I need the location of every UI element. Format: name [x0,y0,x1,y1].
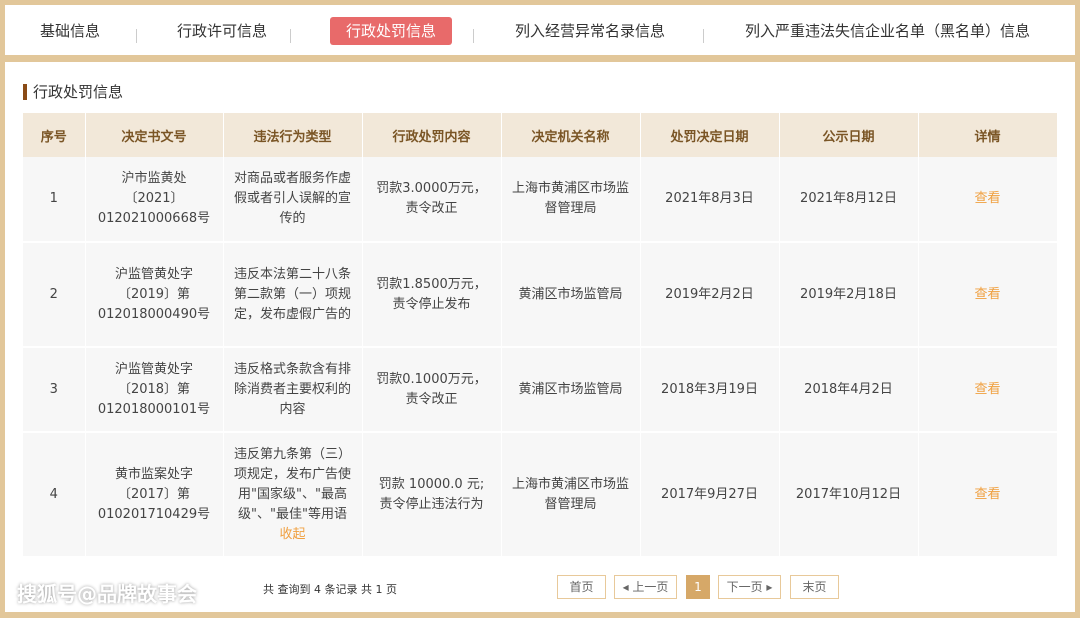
row-number: 4 [23,432,86,558]
tab-admin-penalty[interactable]: 行政处罚信息 [330,17,453,45]
next-page-button[interactable]: 下一页 ▸ [718,575,781,599]
tab-abnormal-list[interactable]: 列入经营异常名录信息 [515,17,665,45]
collapse-link[interactable]: 收起 [279,527,305,542]
row-number: 2 [23,242,86,348]
publish-date: 2019年2月18日 [779,242,919,348]
header-cell: 处罚决定日期 [640,113,780,157]
tab-admin-license[interactable]: 行政许可信息 [177,17,267,45]
last-page-button[interactable]: 末页 [790,575,839,599]
current-page-button[interactable]: 1 [686,575,710,599]
header-cell: 序号 [23,113,86,157]
tab-divider [703,29,704,43]
header-cell: 决定机关名称 [501,113,641,157]
penalty-content: 罚款1.8500万元，责令停止发布 [362,242,502,348]
publish-date: 2021年8月12日 [779,157,919,243]
tab-blacklist[interactable]: 列入严重违法失信企业名单（黑名单）信息 [745,17,1030,45]
tab-divider [473,29,474,43]
tab-basic-info[interactable]: 基础信息 [40,17,100,45]
violation-type: 违反本法第二十八条第二款第（一）项规定，发布虚假广告的 [223,242,363,348]
violation-type: 对商品或者服务作虚假或者引人误解的宣传的 [223,157,363,243]
table-row: 3 沪监管黄处字〔2018〕第012018000101号 违反格式条款含有排除消… [23,347,1058,433]
first-page-button[interactable]: 首页 [557,575,606,599]
section-title: 行政处罚信息 [23,82,123,102]
decision-date: 2018年3月19日 [640,347,780,433]
decision-authority: 黄浦区市场监管局 [501,242,641,348]
penalty-table: 序号 决定书文号 违法行为类型 行政处罚内容 决定机关名称 处罚决定日期 公示日… [23,113,1058,558]
table-header-row: 序号 决定书文号 违法行为类型 行政处罚内容 决定机关名称 处罚决定日期 公示日… [23,113,1058,157]
tab-bar: 基础信息 行政许可信息 行政处罚信息 列入经营异常名录信息 列入严重违法失信企业… [5,5,1075,55]
decision-authority: 黄浦区市场监管局 [501,347,641,433]
table-row: 1 沪市监黄处〔2021〕012021000668号 对商品或者服务作虚假或者引… [23,157,1058,243]
publish-date: 2017年10月12日 [779,432,919,558]
decision-authority: 上海市黄浦区市场监督管理局 [501,432,641,558]
violation-type-cell: 违反第九条第（三）项规定，发布广告使用"国家级"、"最高级"、"最佳"等用语 收… [223,432,363,558]
decision-doc-number: 沪监管黄处字〔2019〕第012018000490号 [85,242,224,348]
penalty-panel: 行政处罚信息 序号 决定书文号 违法行为类型 行政处罚内容 决定机关名称 处罚决… [5,62,1075,612]
view-detail-link[interactable]: 查看 [974,287,1000,302]
row-number: 1 [23,157,86,243]
prev-page-button[interactable]: ◂ 上一页 [614,575,677,599]
tab-divider [136,29,137,43]
view-detail-link[interactable]: 查看 [974,487,1000,502]
penalty-content: 罚款 10000.0 元;责令停止违法行为 [362,432,502,558]
header-cell: 详情 [918,113,1058,157]
violation-type: 违反格式条款含有排除消费者主要权利的内容 [223,347,363,433]
view-detail-link[interactable]: 查看 [974,191,1000,206]
pagination-summary: 共 查询到 4 条记录 共 1 页 [263,583,397,596]
table-row: 4 黄市监案处字〔2017〕第010201710429号 违反第九条第（三）项规… [23,432,1058,558]
decision-doc-number: 黄市监案处字〔2017〕第010201710429号 [85,432,224,558]
decision-doc-number: 沪监管黄处字〔2018〕第012018000101号 [85,347,224,433]
view-detail-link[interactable]: 查看 [974,382,1000,397]
header-cell: 决定书文号 [85,113,224,157]
decision-date: 2021年8月3日 [640,157,780,243]
header-cell: 违法行为类型 [223,113,363,157]
decision-doc-number: 沪市监黄处〔2021〕012021000668号 [85,157,224,243]
tab-divider [290,29,291,43]
watermark: 搜狐号@品牌故事会 [17,582,197,606]
decision-date: 2019年2月2日 [640,242,780,348]
header-cell: 行政处罚内容 [362,113,502,157]
penalty-content: 罚款0.1000万元，责令改正 [362,347,502,433]
violation-type: 违反第九条第（三）项规定，发布广告使用"国家级"、"最高级"、"最佳"等用语 [233,446,351,522]
decision-date: 2017年9月27日 [640,432,780,558]
table-row: 2 沪监管黄处字〔2019〕第012018000490号 违反本法第二十八条第二… [23,242,1058,348]
decision-authority: 上海市黄浦区市场监督管理局 [501,157,641,243]
penalty-content: 罚款3.0000万元，责令改正 [362,157,502,243]
header-cell: 公示日期 [779,113,919,157]
row-number: 3 [23,347,86,433]
publish-date: 2018年4月2日 [779,347,919,433]
